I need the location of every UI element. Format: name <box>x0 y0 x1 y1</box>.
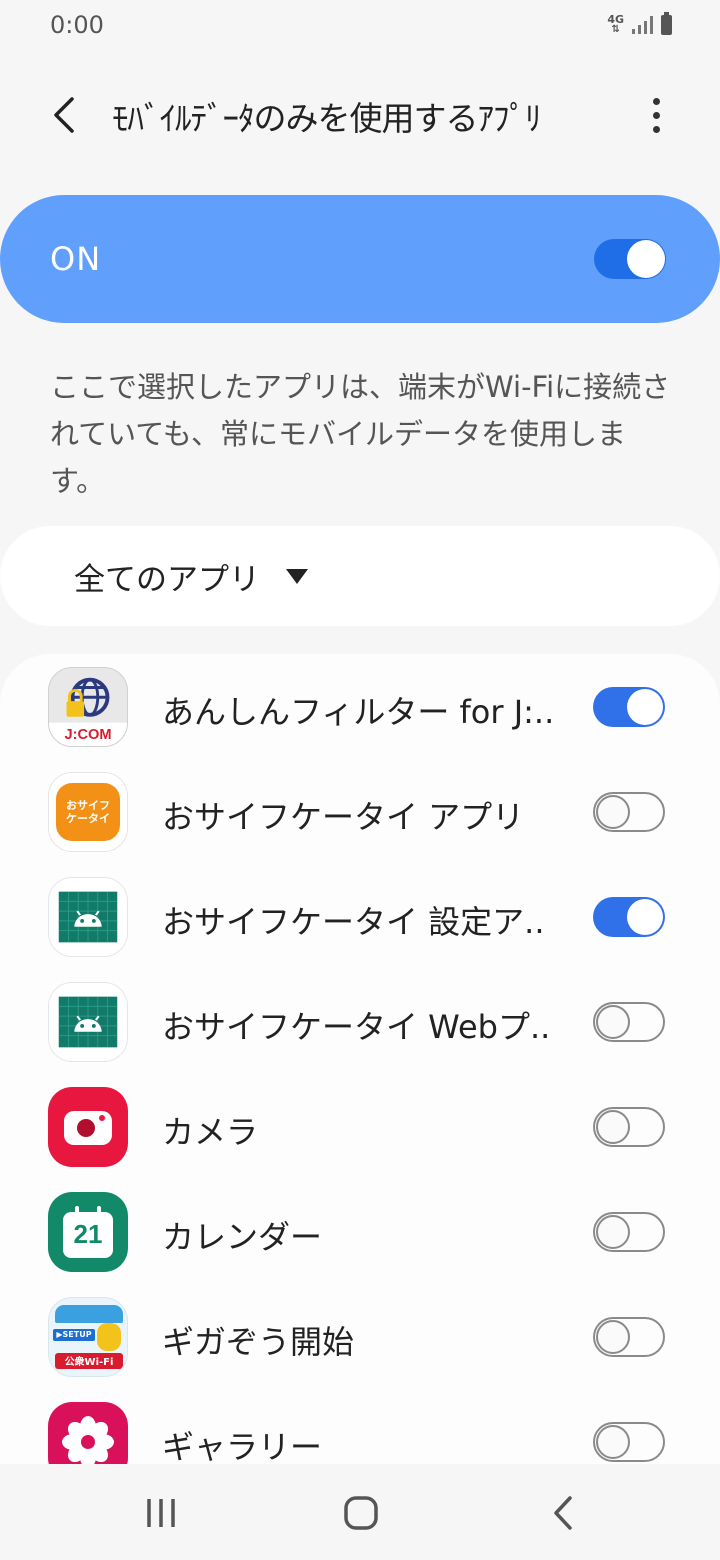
page-title: ﾓﾊﾞｲﾙﾃﾞｰﾀのみを使用するｱﾌﾟﾘ <box>112 99 541 138</box>
app-label: カメラ <box>162 1113 259 1151</box>
list-item[interactable]: ▶SETUP 公衆Wi-Fi ギガぞう開始 <box>0 1284 720 1389</box>
gigazo-icon: ▶SETUP 公衆Wi-Fi <box>48 1296 128 1377</box>
recent-apps-icon <box>147 1499 175 1527</box>
app-label: カレンダー <box>162 1218 323 1256</box>
app-toggle[interactable] <box>593 897 665 937</box>
back-nav-icon <box>554 1496 572 1530</box>
status-bar: 0:00 4G ⇅ <box>0 0 720 50</box>
filter-selected-label: 全てのアプリ <box>74 561 260 598</box>
back-button[interactable] <box>44 92 84 138</box>
battery-icon <box>661 12 672 35</box>
app-label: あんしんフィルター for J:.. <box>162 693 555 731</box>
more-vert-icon <box>652 97 660 105</box>
more-options-button[interactable] <box>636 92 676 138</box>
app-list: J:COM あんしんフィルター for J:.. おサイフ ケータイ おサイフケ… <box>0 654 720 1464</box>
app-toggle[interactable] <box>593 1212 665 1252</box>
navigation-bar <box>0 1464 720 1560</box>
app-bar: ﾓﾊﾞｲﾙﾃﾞｰﾀのみを使用するｱﾌﾟﾘ <box>0 70 720 160</box>
home-icon <box>344 1496 378 1530</box>
list-item[interactable]: カメラ <box>0 1074 720 1179</box>
app-label: ギガぞう開始 <box>162 1323 355 1361</box>
app-toggle[interactable] <box>593 1317 665 1357</box>
master-switch-toggle[interactable] <box>594 239 666 279</box>
app-label: ギャラリー <box>162 1428 323 1464</box>
app-filter-dropdown[interactable]: 全てのアプリ <box>0 526 720 626</box>
osaifu-keitai-icon: おサイフ ケータイ <box>48 771 128 852</box>
app-label: おサイフケータイ アプリ <box>162 798 525 836</box>
gigazo-wifi-text: 公衆Wi-Fi <box>64 1357 114 1368</box>
calendar-date: 21 <box>73 1219 103 1249</box>
app-toggle[interactable] <box>593 1107 665 1147</box>
android-icon <box>48 981 128 1062</box>
app-label: おサイフケータイ Webプ.. <box>162 1008 551 1046</box>
app-label: おサイフケータイ 設定ア.. <box>162 903 545 941</box>
list-item[interactable]: おサイフ ケータイ おサイフケータイ アプリ <box>0 759 720 864</box>
status-time: 0:00 <box>50 11 104 39</box>
signal-strength-icon <box>632 16 653 34</box>
list-item[interactable]: ギャラリー <box>0 1389 720 1464</box>
list-item[interactable]: おサイフケータイ 設定ア.. <box>0 864 720 969</box>
gallery-flower-icon <box>48 1401 128 1464</box>
back-nav-button[interactable] <box>538 1488 588 1538</box>
camera-icon <box>48 1086 128 1167</box>
list-item[interactable]: おサイフケータイ Webプ.. <box>0 969 720 1074</box>
network-type-icon: 4G ⇅ <box>607 13 624 35</box>
back-arrow-icon <box>54 97 74 133</box>
dropdown-arrow-icon <box>286 568 308 584</box>
list-item[interactable]: 21 カレンダー <box>0 1179 720 1284</box>
gigazo-setup-text: ▶SETUP <box>56 1330 92 1339</box>
app-toggle[interactable] <box>593 687 665 727</box>
app-toggle[interactable] <box>593 1422 665 1462</box>
app-toggle[interactable] <box>593 1002 665 1042</box>
app-toggle[interactable] <box>593 792 665 832</box>
master-switch-bar[interactable]: ON <box>0 195 720 323</box>
home-button[interactable] <box>336 1488 386 1538</box>
jcom-globe-lock-icon: J:COM <box>48 666 128 747</box>
svg-text:J:COM: J:COM <box>64 727 111 743</box>
recent-apps-button[interactable] <box>136 1488 186 1538</box>
master-switch-label: ON <box>50 240 102 278</box>
android-icon <box>48 876 128 957</box>
calendar-icon: 21 <box>48 1191 128 1272</box>
list-item[interactable]: J:COM あんしんフィルター for J:.. <box>0 654 720 759</box>
osaifu-icon-text: おサイフ ケータイ <box>66 798 110 825</box>
status-icons: 4G ⇅ <box>607 12 672 35</box>
description-text: ここで選択したアプリは、端末がWi-Fiに接続されていても、常にモバイルデータを… <box>50 370 671 498</box>
